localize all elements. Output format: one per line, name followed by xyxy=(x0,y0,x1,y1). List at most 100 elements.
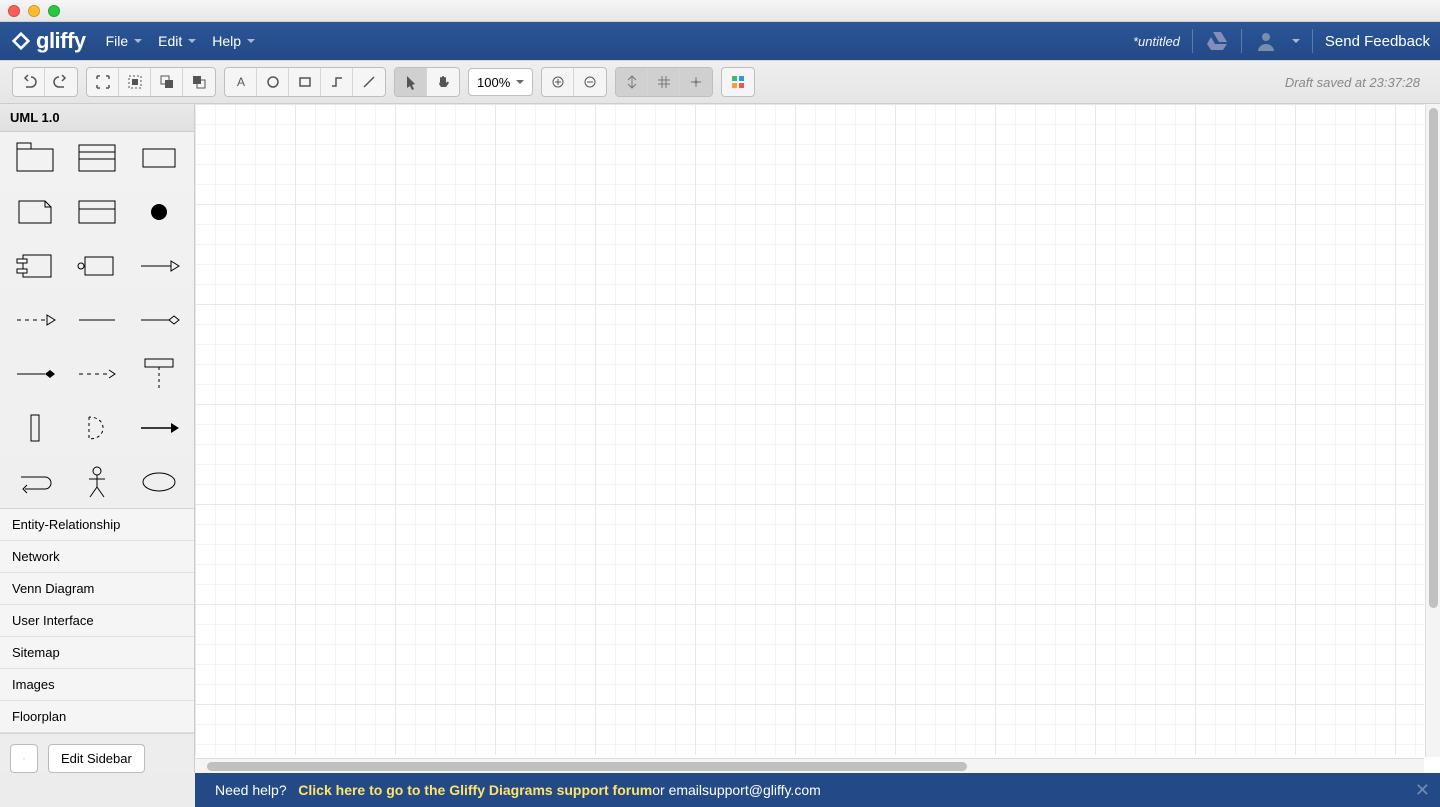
sidebar: UML 1.0 Entity-RelationshipNetworkVenn xyxy=(0,104,195,773)
sidebar-category[interactable]: Sitemap xyxy=(0,637,194,669)
front-button[interactable] xyxy=(151,68,183,96)
chevron-down-icon xyxy=(516,80,524,84)
separator xyxy=(1241,29,1242,53)
pan-tool[interactable] xyxy=(427,68,459,96)
svg-text:A: A xyxy=(236,75,244,89)
line-tool[interactable] xyxy=(353,68,385,96)
shape-final-icon[interactable] xyxy=(132,192,186,232)
pointer-tool[interactable] xyxy=(395,68,427,96)
shape-component-icon[interactable] xyxy=(8,246,62,286)
shape-line-icon[interactable] xyxy=(70,300,124,340)
shape-palette xyxy=(0,132,194,509)
shape-lifeline-icon[interactable] xyxy=(132,354,186,394)
help-footer: Need help? Click here to go to the Gliff… xyxy=(195,773,1440,807)
chevron-down-icon xyxy=(188,39,196,43)
connector-tool[interactable] xyxy=(321,68,353,96)
diagram: ABCDEF xyxy=(195,104,495,254)
save-status: Draft saved at 23:37:28 xyxy=(1285,75,1428,90)
send-feedback-link[interactable]: Send Feedback xyxy=(1325,33,1430,50)
menu-edit[interactable]: Edit xyxy=(150,29,204,53)
shape-frame-icon[interactable] xyxy=(70,138,124,178)
shape-dashed-open-arrow-icon[interactable] xyxy=(8,300,62,340)
menu-file[interactable]: File xyxy=(98,29,151,53)
menu-help-label: Help xyxy=(212,33,241,49)
sidebar-category[interactable]: Entity-Relationship xyxy=(0,509,194,541)
shape-note-icon[interactable] xyxy=(8,192,62,232)
arrange-group xyxy=(86,67,216,97)
pointer-group xyxy=(394,67,460,97)
zoom-in-button[interactable] xyxy=(542,68,574,96)
edit-sidebar-button[interactable]: Edit Sidebar xyxy=(48,744,145,773)
sidebar-category[interactable]: Images xyxy=(0,669,194,701)
shape-return-icon[interactable] xyxy=(8,462,62,502)
menubar-right: *untitled Send Feedback xyxy=(1133,29,1430,53)
horizontal-scrollbar[interactable] xyxy=(195,758,1424,773)
undo-button[interactable] xyxy=(13,68,45,96)
window-minimize-dot[interactable] xyxy=(28,5,40,17)
menu-file-label: File xyxy=(106,33,129,49)
shape-dashed-arrow-icon[interactable] xyxy=(70,354,124,394)
mac-titlebar xyxy=(0,0,1440,22)
chevron-down-icon xyxy=(134,39,142,43)
redo-button[interactable] xyxy=(45,68,77,96)
circle-tool[interactable] xyxy=(257,68,289,96)
shape-actor-icon[interactable] xyxy=(70,462,124,502)
draw-group: A xyxy=(224,67,386,97)
chevron-down-icon xyxy=(1292,39,1300,43)
chevron-down-icon xyxy=(247,39,255,43)
scroll-thumb[interactable] xyxy=(1429,108,1438,608)
menu-edit-label: Edit xyxy=(158,33,182,49)
back-button[interactable] xyxy=(183,68,215,96)
collapse-sidebar-button[interactable] xyxy=(10,744,38,773)
support-forum-link[interactable]: Click here to go to the Gliffy Diagrams … xyxy=(298,782,652,798)
fit-button[interactable] xyxy=(87,68,119,96)
group-button[interactable] xyxy=(119,68,151,96)
shape-arrow-icon[interactable] xyxy=(132,408,186,448)
app-logo: gliffy xyxy=(10,28,86,54)
shape-open-arrow-icon[interactable] xyxy=(132,246,186,286)
shape-dashed-round-icon[interactable] xyxy=(70,408,124,448)
snap-guides-button[interactable] xyxy=(616,68,648,96)
shape-titled-rect-icon[interactable] xyxy=(70,192,124,232)
brand-text: gliffy xyxy=(36,28,86,54)
shape-package-icon[interactable] xyxy=(8,138,62,178)
sidebar-category[interactable]: Floorplan xyxy=(0,701,194,733)
close-icon[interactable]: ✕ xyxy=(1415,780,1430,801)
canvas[interactable]: ABCDEF xyxy=(195,104,1440,773)
snap-grid-button[interactable] xyxy=(680,68,712,96)
zoom-out-button[interactable] xyxy=(574,68,606,96)
vertical-scrollbar[interactable] xyxy=(1425,104,1440,757)
menu-help[interactable]: Help xyxy=(204,29,263,53)
window-close-dot[interactable] xyxy=(8,5,20,17)
window-maximize-dot[interactable] xyxy=(48,5,60,17)
scroll-thumb[interactable] xyxy=(207,762,967,771)
shape-ellipse-icon[interactable] xyxy=(132,462,186,502)
document-title: *untitled xyxy=(1133,34,1180,49)
sidebar-category[interactable]: Venn Diagram xyxy=(0,573,194,605)
undo-redo-group xyxy=(12,67,78,97)
zoom-value: 100% xyxy=(477,75,510,90)
gliffy-logo-icon xyxy=(10,30,32,52)
shape-diamond-arrow-icon[interactable] xyxy=(132,300,186,340)
zoom-select[interactable]: 100% xyxy=(468,68,533,96)
toolbar: A 100% Draft saved at 23:37:28 xyxy=(0,60,1440,104)
shape-rect-icon[interactable] xyxy=(132,138,186,178)
theme-button[interactable] xyxy=(722,68,754,96)
shape-activation-icon[interactable] xyxy=(8,408,62,448)
user-icon[interactable] xyxy=(1254,29,1278,53)
grid-button[interactable] xyxy=(648,68,680,96)
sidebar-category[interactable]: Network xyxy=(0,541,194,573)
sidebar-category[interactable]: User Interface xyxy=(0,605,194,637)
rect-tool[interactable] xyxy=(289,68,321,96)
email-pre-text: or email xyxy=(652,782,702,798)
shape-interface-icon[interactable] xyxy=(70,246,124,286)
text-tool[interactable]: A xyxy=(225,68,257,96)
sidebar-footer: Edit Sidebar xyxy=(0,733,194,783)
snap-group xyxy=(615,67,713,97)
separator xyxy=(1312,29,1313,53)
chevron-left-icon xyxy=(23,754,25,764)
help-label: Need help? xyxy=(215,782,287,798)
google-drive-icon[interactable] xyxy=(1205,29,1229,53)
shape-filled-diamond-icon[interactable] xyxy=(8,354,62,394)
sidebar-library-header[interactable]: UML 1.0 xyxy=(0,104,194,132)
